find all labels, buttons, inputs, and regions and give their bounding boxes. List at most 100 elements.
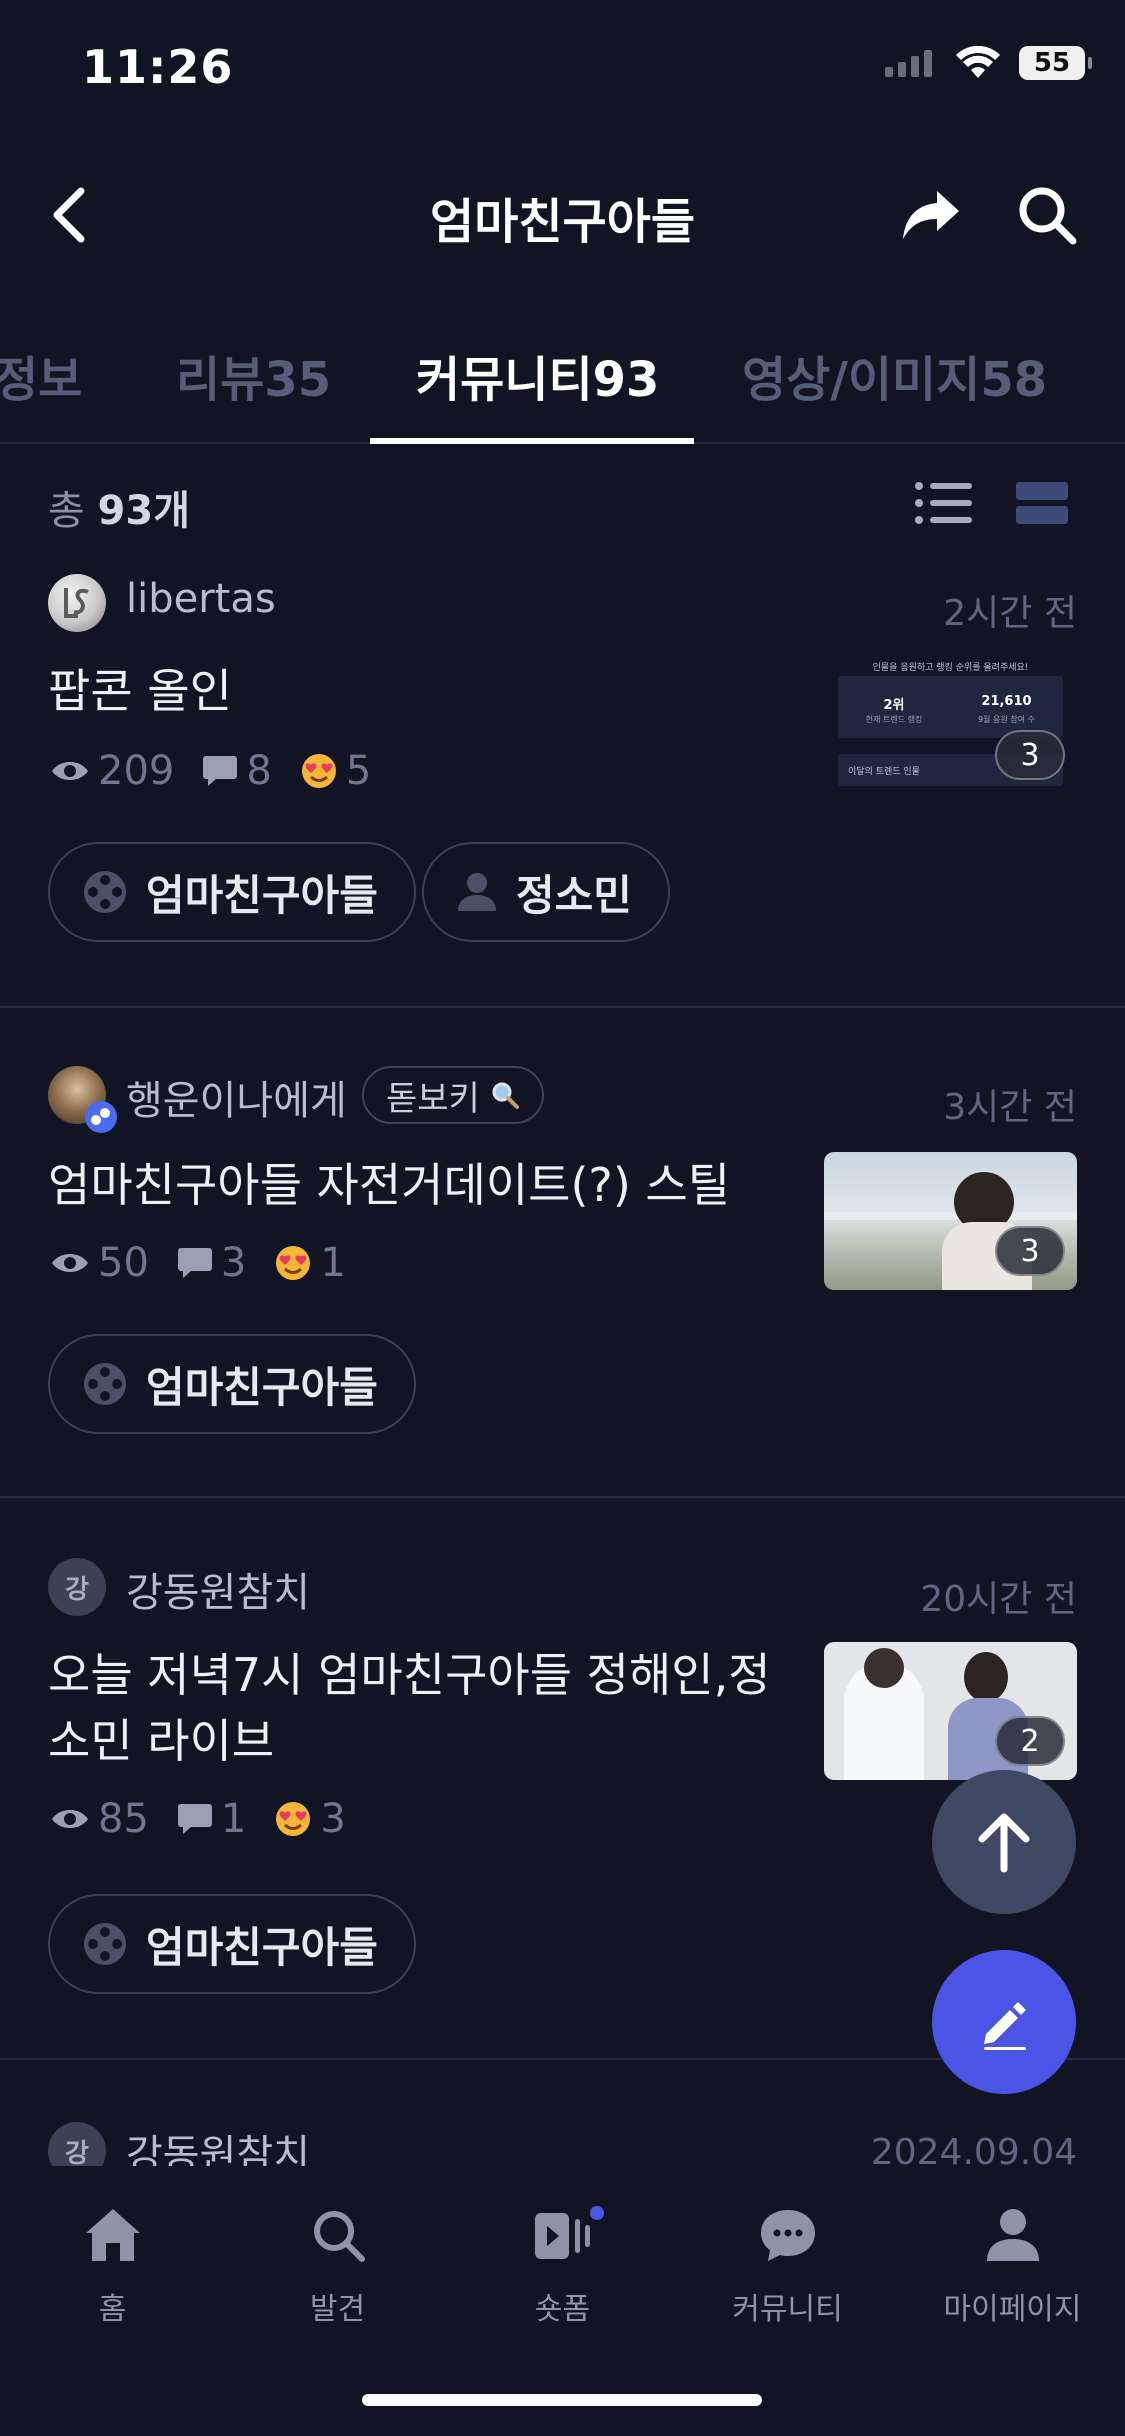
home-icon	[85, 2209, 140, 2261]
status-icons: 55	[883, 46, 1092, 80]
nav-home[interactable]: 홈	[0, 2200, 225, 2328]
post-title[interactable]: 오늘 저녁7시 엄마친구아들 정해인,정소민 라이브	[48, 1642, 808, 1774]
thumb-fence	[824, 1212, 1077, 1220]
reaction-count: 5	[345, 748, 372, 794]
tab-media[interactable]: 영상/이미지58	[742, 340, 1047, 410]
tag-chip[interactable]: 엄마친구아들	[48, 1894, 416, 1994]
post-item[interactable]: 행운이나에게 돋보키 3시간 전 엄마친구아들 자전거데이트(?) 스틸 50 …	[0, 1008, 1125, 1498]
views-count: 85	[98, 1796, 149, 1842]
nav-shortform[interactable]: 숏폼	[450, 2200, 675, 2328]
nav-mypage-label: 마이페이지	[943, 2292, 1082, 2327]
notification-dot	[590, 2206, 604, 2220]
film-reel-icon	[84, 1363, 126, 1405]
nav-community[interactable]: 커뮤니티	[675, 2200, 900, 2328]
thumb-votes: 21,610	[981, 694, 1032, 709]
share-icon	[903, 191, 959, 239]
active-tab-indicator	[370, 438, 694, 444]
person-icon	[986, 2209, 1039, 2261]
tag-label: 정소민	[516, 870, 632, 920]
post-count-prefix: 총	[48, 488, 85, 534]
wifi-icon	[956, 46, 1000, 78]
post-item[interactable]: libertas 2시간 전 팝콘 올인 209 8 5 인물을 응원하고 랭킹…	[0, 540, 1125, 1008]
search-icon	[313, 2211, 365, 2262]
tag-label: 엄마친구아들	[146, 870, 378, 920]
thumb-head-right	[964, 1652, 1008, 1702]
tab-community[interactable]: 커뮤니티93	[416, 340, 659, 410]
avatar: 강	[48, 1558, 106, 1616]
comment-count: 1	[220, 1796, 247, 1842]
tab-bar: 정보 리뷰35 커뮤니티93 영상/이미지58	[0, 330, 1125, 444]
user-badge-label: 돋보키	[386, 1078, 480, 1119]
reaction-count: 1	[320, 1240, 346, 1286]
signal-icon	[885, 50, 932, 77]
post-time: 2024.09.04	[870, 2132, 1077, 2166]
comment-count: 3	[220, 1240, 247, 1286]
post-count: 총 93개	[48, 478, 190, 536]
thumb-rank-label: 현재 트렌드 랭킹	[865, 715, 923, 724]
film-reel-icon	[84, 871, 126, 913]
nav-discover-label: 발견	[309, 2292, 366, 2327]
post-title[interactable]: 엄마친구아들 자전거데이트(?) 스틸	[48, 1152, 808, 1218]
tag-label: 엄마친구아들	[146, 1362, 378, 1412]
list-view-icon[interactable]	[914, 478, 974, 528]
avatar-logo-icon	[64, 588, 89, 618]
post-thumbnail[interactable]: 2	[824, 1642, 1077, 1780]
post-title[interactable]: 팝콘 올인	[48, 658, 808, 724]
verified-badge-icon	[85, 1101, 117, 1133]
author-name[interactable]: 강동원참치	[126, 2122, 310, 2166]
post-thumbnail[interactable]: 3	[824, 1152, 1077, 1290]
views-icon	[52, 762, 88, 780]
thumb-rank: 2위	[883, 698, 905, 713]
comment-icon	[177, 1804, 212, 1834]
back-button[interactable]	[34, 180, 104, 250]
comment-icon	[203, 756, 238, 786]
list-header: 총 93개	[0, 470, 1125, 540]
user-badge: 돋보키	[362, 1066, 544, 1124]
views-icon	[52, 1254, 88, 1272]
write-post-button[interactable]	[932, 1950, 1076, 2094]
battery-icon: 55	[1019, 46, 1092, 80]
tag-chip[interactable]: 정소민	[422, 842, 670, 942]
back-icon	[53, 187, 85, 243]
top-bar: 엄마친구아들	[0, 160, 1125, 270]
post-thumbnail[interactable]: 인물을 응원하고 랭킹 순위를 올려주세요! 2위 현재 트렌드 랭킹 21,6…	[824, 656, 1077, 794]
nav-home-label: 홈	[98, 2292, 127, 2327]
scroll-top-button[interactable]	[932, 1770, 1076, 1914]
film-reel-icon	[84, 1923, 126, 1965]
avatar	[48, 574, 106, 632]
magnifier-icon	[492, 1082, 519, 1109]
author-name[interactable]: 행운이나에게	[126, 1068, 347, 1126]
post-time: 20시간 전	[920, 1579, 1077, 1620]
nav-community-label: 커뮤니티	[732, 2292, 843, 2327]
tag-chip[interactable]: 엄마친구아들	[48, 1334, 416, 1434]
chat-bubble-icon	[760, 2210, 815, 2261]
nav-shortform-label: 숏폼	[534, 2292, 591, 2327]
views-icon	[52, 1810, 88, 1828]
share-button[interactable]	[896, 180, 966, 250]
image-count-badge: 3	[995, 730, 1065, 780]
tab-reviews[interactable]: 리뷰35	[176, 340, 331, 410]
tag-chip[interactable]: 엄마친구아들	[48, 842, 416, 942]
heart-eyes-emoji-icon	[276, 1802, 311, 1836]
author-name[interactable]: libertas	[126, 576, 276, 622]
avatar: 강	[48, 2122, 106, 2166]
thumb-banner-text: 인물을 응원하고 랭킹 순위를 올려주세요!	[872, 663, 1029, 673]
nav-mypage[interactable]: 마이페이지	[900, 2200, 1125, 2328]
thumb-stats-box: 2위 현재 트렌드 랭킹 21,610 9월 응원 참여 수	[838, 676, 1063, 738]
pencil-icon	[984, 2002, 1026, 2050]
card-view-icon[interactable]	[1014, 478, 1070, 528]
views-count: 209	[98, 748, 175, 794]
comment-icon	[177, 1248, 212, 1278]
thumb-votes-label: 9월 응원 참여 수	[978, 715, 1035, 724]
status-time: 11:26	[82, 40, 234, 94]
author-name[interactable]: 강동원참치	[126, 1560, 310, 1618]
nav-discover[interactable]: 발견	[225, 2200, 450, 2328]
heart-eyes-emoji-icon	[276, 1246, 311, 1280]
views-count: 50	[98, 1240, 149, 1286]
post-stats: 50 3 1	[50, 1240, 374, 1286]
image-count-badge: 2	[995, 1716, 1065, 1766]
tab-info[interactable]: 정보	[0, 340, 82, 410]
post-time: 3시간 전	[943, 1087, 1077, 1128]
tag-label: 엄마친구아들	[146, 1922, 378, 1972]
search-button[interactable]	[1012, 180, 1082, 250]
